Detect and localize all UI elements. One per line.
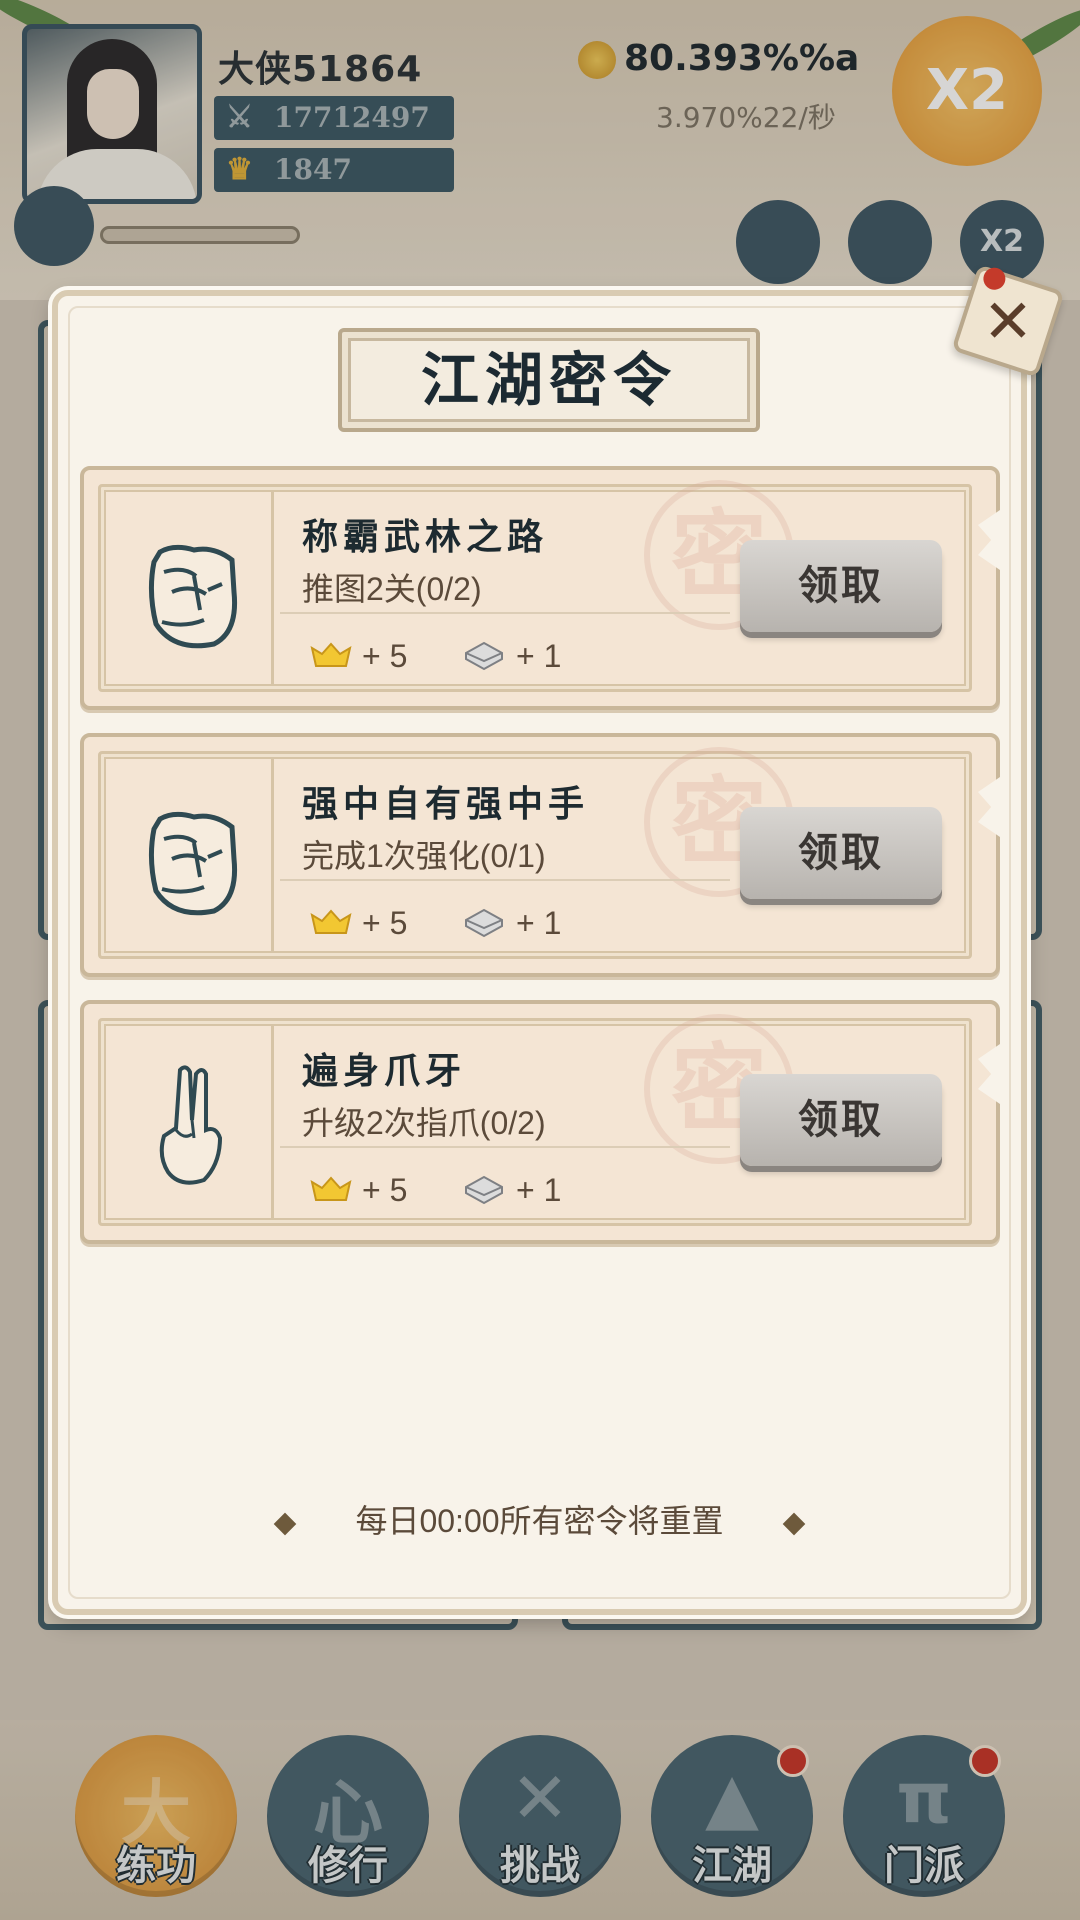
diamond-bullet-icon [782, 1512, 805, 1535]
reward-ingot-amount: + 5 [362, 638, 408, 674]
claim-button[interactable]: 领取 [740, 1074, 942, 1166]
dialog-title: 江湖密令 [420, 346, 677, 414]
reward-silver-amount: + 1 [516, 905, 562, 941]
task-name: 遍身爪牙 [302, 1050, 467, 1092]
dialog-title-plate: 江湖密令 [282, 328, 822, 432]
task-progress: 完成1次强化(0/1) [302, 838, 546, 874]
task-progress: 推图2关(0/2) [302, 571, 482, 607]
gold-ingot-icon [310, 640, 352, 677]
reward-silver: + 1 [462, 1172, 561, 1212]
task-icon-cell [104, 1024, 274, 1220]
task-card: 密 遍身爪牙 升级2次指爪(0/2) + 5 + 1 领取 [80, 1000, 1000, 1244]
gold-ingot-icon [310, 1174, 352, 1211]
secret-order-dialog: 江湖密令 ✕ 密 称霸武林之路 推图2关(0/2) + 5 + 1 领取 密 强… [52, 264, 1065, 1615]
fist-icon [148, 544, 238, 649]
task-progress: 升级2次指爪(0/2) [302, 1105, 546, 1141]
gold-ingot-icon [310, 907, 352, 944]
close-button[interactable]: ✕ [951, 264, 1065, 378]
task-name: 称霸武林之路 [302, 516, 549, 558]
silver-ingot-icon [462, 639, 506, 678]
claim-button[interactable]: 领取 [740, 807, 942, 899]
close-icon: ✕ [982, 287, 1034, 357]
two-finger-hand-icon [159, 1065, 223, 1185]
silver-ingot-icon [462, 1173, 506, 1212]
reward-silver-amount: + 1 [516, 1172, 562, 1208]
task-name: 强中自有强中手 [302, 783, 590, 825]
task-list: 密 称霸武林之路 推图2关(0/2) + 5 + 1 领取 密 强中自有强中手 … [80, 466, 1000, 1267]
task-card: 密 强中自有强中手 完成1次强化(0/1) + 5 + 1 领取 [80, 733, 1000, 977]
claim-button[interactable]: 领取 [740, 540, 942, 632]
diamond-bullet-icon [274, 1512, 297, 1535]
reset-notice: 每日00:00所有密令将重置 [58, 1496, 1021, 1542]
reward-silver: + 1 [462, 638, 561, 678]
reward-ingot-amount: + 5 [362, 1172, 408, 1208]
task-icon-cell [104, 490, 274, 686]
reward-ingot: + 5 [310, 638, 407, 677]
reward-ingot-amount: + 5 [362, 905, 408, 941]
reward-silver: + 1 [462, 905, 561, 945]
reset-notice-text: 每日00:00所有密令将重置 [355, 1503, 724, 1539]
reward-silver-amount: + 1 [516, 638, 562, 674]
task-icon-cell [104, 757, 274, 953]
task-card: 密 称霸武林之路 推图2关(0/2) + 5 + 1 领取 [80, 466, 1000, 710]
reward-ingot: + 5 [310, 905, 407, 944]
silver-ingot-icon [462, 906, 506, 945]
fist-icon [148, 811, 238, 916]
reward-ingot: + 5 [310, 1172, 407, 1211]
